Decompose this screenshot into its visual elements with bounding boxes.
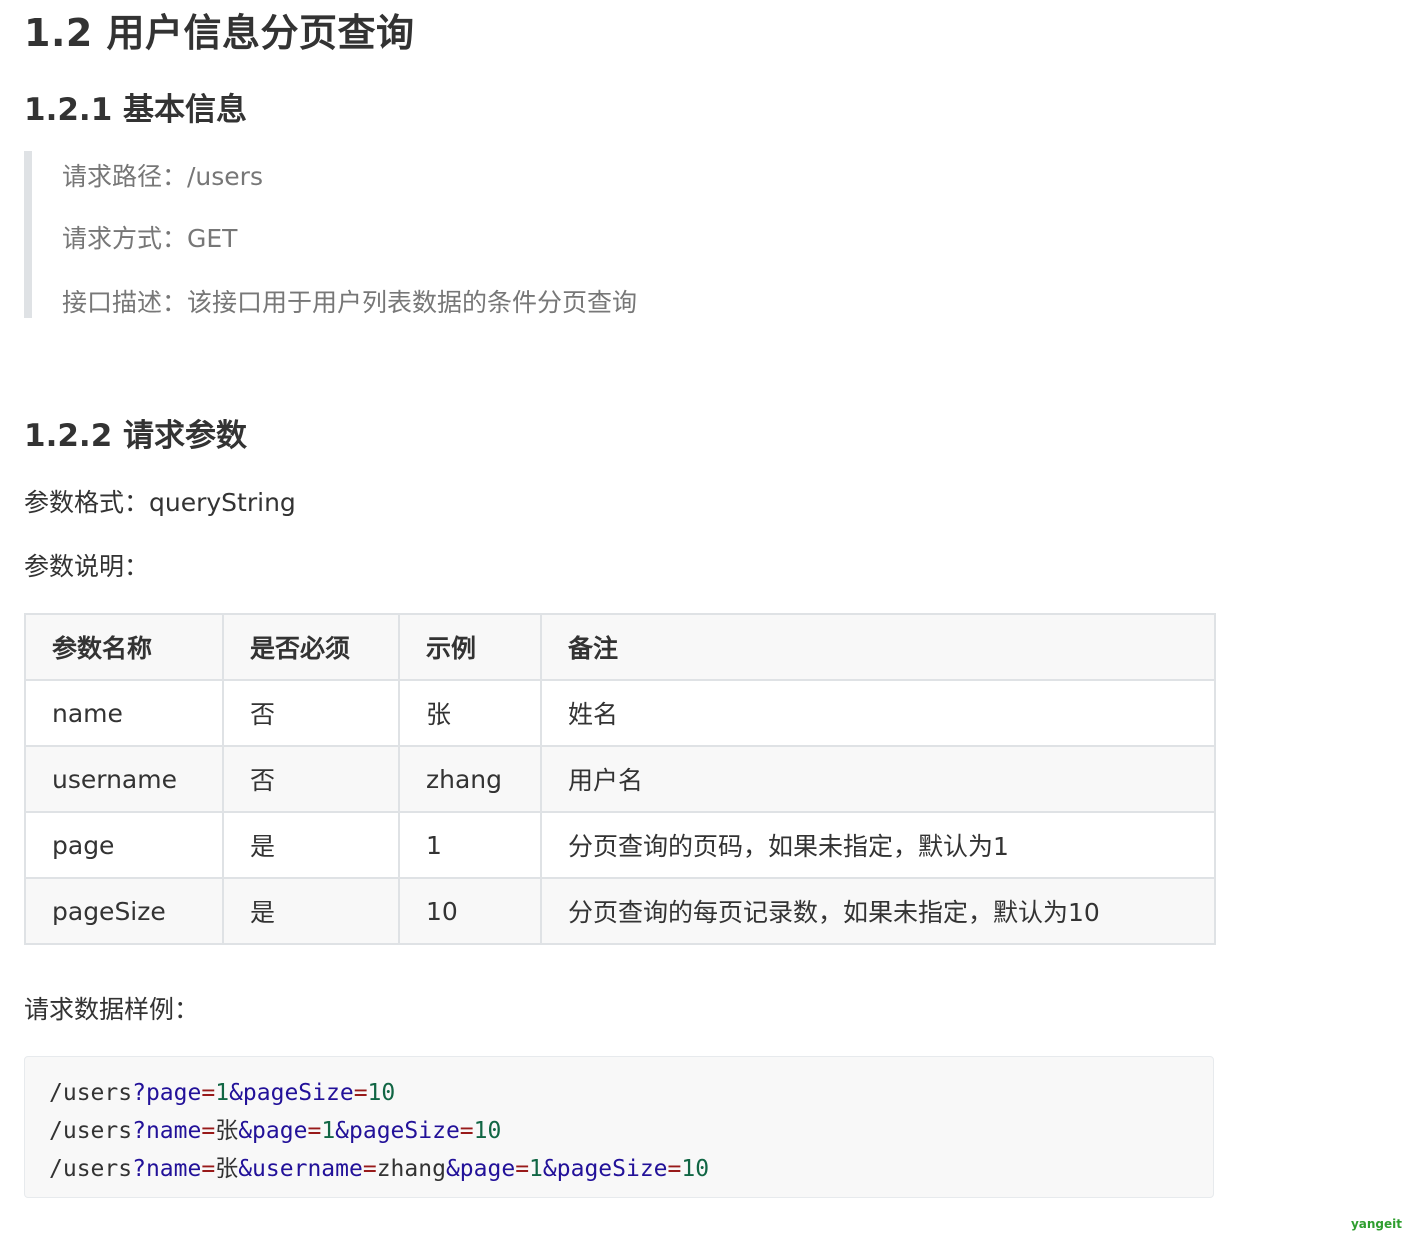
header-remark: 备注 <box>540 613 1216 681</box>
code-token: ?page <box>132 1080 202 1106</box>
code-token: 1 <box>529 1156 543 1182</box>
table-row: page 是 1 分页查询的页码，如果未指定，默认为1 <box>24 811 1216 879</box>
code-line: /users?name=张&page=1&pageSize=10 <box>49 1112 1213 1150</box>
header-example: 示例 <box>398 613 542 681</box>
code-token: 10 <box>473 1118 502 1144</box>
code-token: &pageSize <box>542 1156 668 1182</box>
code-token: = <box>667 1156 682 1182</box>
code-token: ?name <box>132 1156 202 1182</box>
page-title: 1.2 用户信息分页查询 <box>24 11 415 55</box>
cell-remark: 分页查询的页码，如果未指定，默认为1 <box>540 811 1216 879</box>
params-table: 参数名称 是否必须 示例 备注 name 否 张 姓名 username 否 z… <box>24 613 1216 945</box>
cell-param-name: page <box>24 811 224 879</box>
code-token: = <box>362 1156 377 1182</box>
code-token: = <box>459 1118 474 1144</box>
cell-example: zhang <box>398 745 542 813</box>
code-token: 10 <box>681 1156 710 1182</box>
api-description: 接口描述：该接口用于用户列表数据的条件分页查询 <box>62 288 638 317</box>
cell-remark: 用户名 <box>540 745 1216 813</box>
cell-required: 否 <box>222 745 400 813</box>
cell-example: 1 <box>398 811 542 879</box>
param-format: 参数格式：queryString <box>24 488 296 517</box>
code-token: /users <box>49 1118 133 1144</box>
watermark: yangeit <box>1350 1217 1402 1231</box>
code-token: 张 <box>215 1118 239 1144</box>
cell-required: 是 <box>222 877 400 945</box>
code-token: &page <box>238 1118 308 1144</box>
code-token: ?name <box>132 1118 202 1144</box>
code-token: = <box>353 1080 368 1106</box>
cell-param-name: name <box>24 679 224 747</box>
cell-required: 是 <box>222 811 400 879</box>
code-line: /users?name=张&username=zhang&page=1&page… <box>49 1150 1213 1188</box>
table-row: pageSize 是 10 分页查询的每页记录数，如果未指定，默认为10 <box>24 877 1216 945</box>
code-token: 张 <box>215 1156 239 1182</box>
code-line: /users?page=1&pageSize=10 <box>49 1074 1213 1112</box>
code-token: zhang <box>376 1156 446 1182</box>
request-path: 请求路径：/users <box>62 162 263 191</box>
cell-example: 张 <box>398 679 542 747</box>
table-row: username 否 zhang 用户名 <box>24 745 1216 813</box>
code-token: 1 <box>321 1118 336 1144</box>
cell-remark: 姓名 <box>540 679 1216 747</box>
cell-remark: 分页查询的每页记录数，如果未指定，默认为10 <box>540 877 1216 945</box>
request-method: 请求方式：GET <box>62 224 238 253</box>
basic-info-blockquote: 请求路径：/users 请求方式：GET 接口描述：该接口用于用户列表数据的条件… <box>24 151 932 318</box>
code-token: = <box>307 1118 322 1144</box>
code-token: &pageSize <box>229 1080 354 1106</box>
code-token: /users <box>49 1156 133 1182</box>
code-token: &pageSize <box>335 1118 460 1144</box>
code-token: &username <box>238 1156 363 1182</box>
section-heading-request-params: 1.2.2 请求参数 <box>24 418 248 454</box>
cell-required: 否 <box>222 679 400 747</box>
code-token: = <box>201 1080 216 1106</box>
code-token: = <box>515 1156 530 1182</box>
cell-example: 10 <box>398 877 542 945</box>
sample-label: 请求数据样例： <box>24 995 200 1024</box>
section-heading-basic-info: 1.2.1 基本信息 <box>24 92 248 128</box>
table-header-row: 参数名称 是否必须 示例 备注 <box>24 613 1216 681</box>
code-token: = <box>201 1156 216 1182</box>
code-token: = <box>201 1118 216 1144</box>
header-required: 是否必须 <box>222 613 400 681</box>
header-param-name: 参数名称 <box>24 613 224 681</box>
code-block[interactable]: /users?page=1&pageSize=10 /users?name=张&… <box>24 1056 1214 1198</box>
cell-param-name: username <box>24 745 224 813</box>
code-token: &page <box>445 1156 516 1182</box>
code-token: 1 <box>215 1080 230 1106</box>
table-row: name 否 张 姓名 <box>24 679 1216 747</box>
param-explain-label: 参数说明： <box>24 552 150 581</box>
cell-param-name: pageSize <box>24 877 224 945</box>
code-token: 10 <box>367 1080 396 1106</box>
code-token: /users <box>49 1080 133 1106</box>
